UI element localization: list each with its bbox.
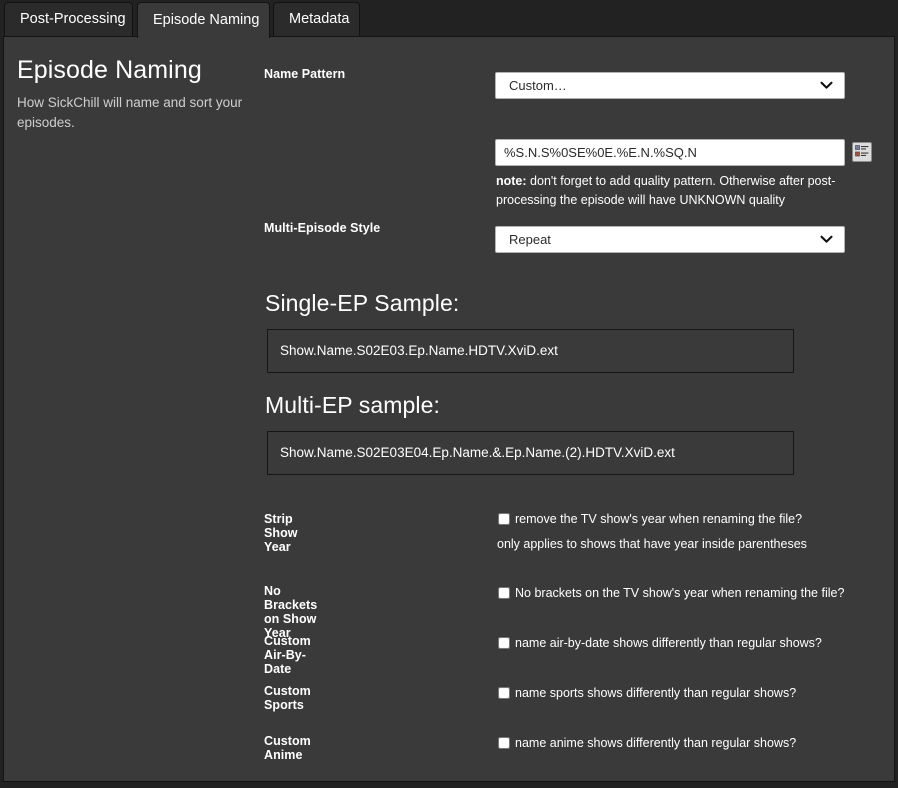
checkbox-no-brackets-on-show-year[interactable] (498, 587, 510, 599)
checkbox-label-custom-anime: name anime shows differently than regula… (515, 737, 796, 751)
page-title: Episode Naming (17, 55, 255, 85)
legend-key-icon-button[interactable] (852, 142, 872, 162)
single-ep-sample-value: Show.Name.S02E03.Ep.Name.HDTV.XviD.ext (280, 343, 558, 358)
checkbox-strip-show-year[interactable] (498, 513, 510, 525)
chevron-down-icon (820, 73, 833, 98)
checkbox-custom-sports[interactable] (498, 687, 510, 699)
note-prefix: note: (496, 174, 527, 188)
label-no-brackets-on-show-year: No Brackets on Show Year (264, 584, 317, 640)
label-custom-air-by-date: Custom Air-By-Date (264, 634, 311, 676)
label-strip-show-year: Strip Show Year (264, 512, 298, 554)
section-header: Episode Naming How SickChill will name a… (17, 55, 255, 134)
chevron-down-icon (820, 227, 833, 252)
multi-ep-sample-value: Show.Name.S02E03E04.Ep.Name.&.Ep.Name.(2… (280, 445, 675, 460)
checkbox-custom-air-by-date[interactable] (498, 637, 510, 649)
label-name-pattern: Name Pattern (264, 67, 345, 81)
checkbox-custom-anime[interactable] (498, 737, 510, 749)
checkbox-label-custom-air-by-date: name air-by-date shows differently than … (515, 637, 822, 651)
tab-metadata-label: Metadata (289, 11, 349, 27)
label-multi-episode-style: Multi-Episode Style (264, 221, 380, 235)
tab-metadata[interactable]: Metadata (273, 2, 360, 36)
multi-episode-style-select-value: Repeat (509, 232, 551, 247)
note-body: don't forget to add quality pattern. Oth… (496, 174, 835, 207)
tab-episode-naming-label: Episode Naming (153, 12, 259, 28)
multi-episode-style-select[interactable]: Repeat (495, 226, 845, 253)
tab-episode-naming[interactable]: Episode Naming (137, 2, 270, 38)
multi-ep-sample-box: Show.Name.S02E03E04.Ep.Name.&.Ep.Name.(2… (267, 431, 794, 475)
tab-post-processing[interactable]: Post-Processing (4, 2, 133, 36)
hint-strip-show-year: only applies to shows that have year ins… (497, 537, 807, 551)
settings-tab-strip: Post-Processing Episode Naming Metadata (0, 0, 898, 38)
multi-ep-sample-heading: Multi-EP sample: (265, 392, 440, 419)
tab-post-processing-label: Post-Processing (20, 11, 126, 27)
single-ep-sample-box: Show.Name.S02E03.Ep.Name.HDTV.XviD.ext (267, 329, 794, 373)
page-description: How SickChill will name and sort your ep… (17, 93, 255, 134)
episode-naming-panel: Episode Naming How SickChill will name a… (3, 36, 895, 782)
name-pattern-input[interactable] (495, 139, 845, 166)
checkbox-label-strip-show-year: remove the TV show's year when renaming … (515, 513, 802, 527)
single-ep-sample-heading: Single-EP Sample: (265, 290, 459, 317)
name-pattern-select[interactable]: Custom… (495, 72, 845, 99)
checkbox-label-custom-sports: name sports shows differently than regul… (515, 687, 796, 701)
name-pattern-note: note: don't forget to add quality patter… (496, 172, 886, 211)
name-pattern-select-value: Custom… (509, 78, 567, 93)
checkbox-label-no-brackets-on-show-year: No brackets on the TV show's year when r… (515, 587, 844, 601)
label-custom-anime: Custom Anime (264, 734, 311, 762)
legend-key-icon (855, 145, 869, 160)
label-custom-sports: Custom Sports (264, 684, 311, 712)
